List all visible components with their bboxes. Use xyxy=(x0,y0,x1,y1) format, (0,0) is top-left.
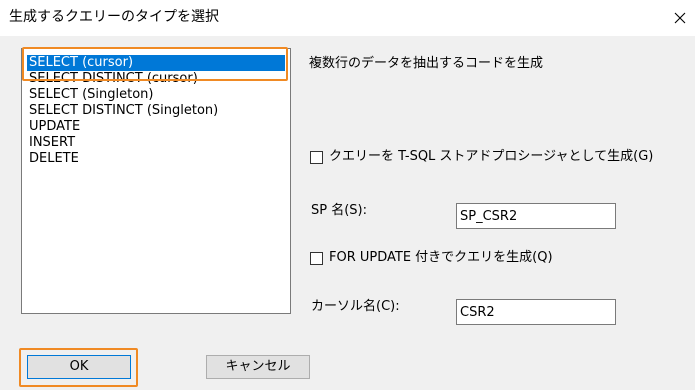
cursor-name-label: カーソル名(C): xyxy=(311,299,400,314)
selected-item-highlight xyxy=(22,47,288,81)
generate-sp-label: クエリーを T-SQL ストアドプロシージャとして生成(G) xyxy=(329,149,654,164)
close-icon xyxy=(674,9,686,28)
list-item-delete[interactable]: DELETE xyxy=(27,151,285,167)
select-query-type-dialog: 生成するクエリーのタイプを選択 SELECT (cursor) SELECT D… xyxy=(0,0,695,390)
list-item-select-distinct-singleton[interactable]: SELECT DISTINCT (Singleton) xyxy=(27,103,285,119)
query-type-list[interactable]: SELECT (cursor) SELECT DISTINCT (cursor)… xyxy=(21,48,291,314)
for-update-checkbox[interactable] xyxy=(310,251,323,265)
list-item-insert[interactable]: INSERT xyxy=(27,135,285,151)
list-item-update[interactable]: UPDATE xyxy=(27,119,285,135)
cancel-button[interactable]: キャンセル xyxy=(206,355,310,379)
close-button[interactable] xyxy=(665,0,695,36)
query-description: 複数行のデータを抽出するコードを生成 xyxy=(309,56,544,71)
sp-name-label: SP 名(S): xyxy=(311,203,367,218)
for-update-label: FOR UPDATE 付きでクエリを生成(Q) xyxy=(329,250,553,265)
ok-button[interactable]: OK xyxy=(27,355,131,379)
dialog-title: 生成するクエリーのタイプを選択 xyxy=(9,9,219,25)
for-update-option[interactable]: FOR UPDATE 付きでクエリを生成(Q) xyxy=(310,250,553,266)
title-bar: 生成するクエリーのタイプを選択 xyxy=(0,0,695,36)
generate-sp-checkbox[interactable] xyxy=(310,150,323,164)
list-item-select-singleton[interactable]: SELECT (Singleton) xyxy=(27,87,285,103)
generate-sp-option[interactable]: クエリーを T-SQL ストアドプロシージャとして生成(G) xyxy=(310,149,653,165)
sp-name-field[interactable] xyxy=(456,203,616,229)
cursor-name-field[interactable] xyxy=(456,299,616,325)
